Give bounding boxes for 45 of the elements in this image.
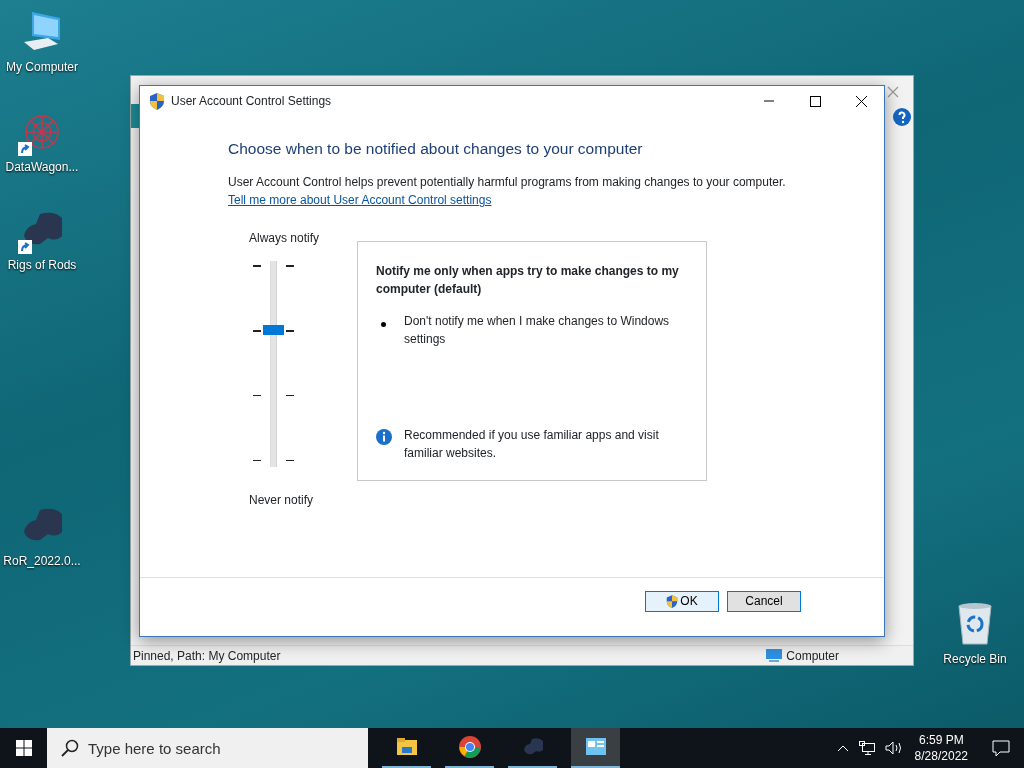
desktop-icon-label[interactable]: Rigs of Rods xyxy=(7,256,77,274)
chevron-up-icon[interactable] xyxy=(836,744,849,752)
monitor-icon xyxy=(765,648,784,663)
browser-icon xyxy=(457,735,482,759)
tick-mark xyxy=(253,394,261,397)
desktop-icon-label[interactable]: RoR_2022.0... xyxy=(3,552,81,570)
desktop-icon-label[interactable]: Recycle Bin xyxy=(943,650,1007,668)
tick-mark xyxy=(253,330,261,332)
slider-top-label: Always notify xyxy=(248,230,321,248)
dialog-heading: Choose when to be notified about changes to your computer xyxy=(228,139,644,159)
search-field[interactable]: Type here to search xyxy=(47,728,368,768)
status-text: Pinned, Path: My Computer xyxy=(133,647,281,665)
info-icon xyxy=(376,428,392,445)
tick-mark xyxy=(253,459,261,462)
clock-date[interactable]: 8/28/2022 xyxy=(914,748,968,764)
tick-mark xyxy=(286,459,294,462)
network-icon[interactable] xyxy=(858,741,875,755)
help-link[interactable]: Tell me more about User Account Control settings xyxy=(228,193,492,208)
slider-thumb[interactable] xyxy=(263,324,284,335)
close-icon[interactable] xyxy=(887,85,899,98)
description-text: User Account Control helps prevent potentially harmful programs from making changes to your computer. xyxy=(228,174,787,192)
clock-time[interactable]: 6:59 PM xyxy=(918,732,964,748)
info-title: Notify me only when apps try to make changes to my computer (default) xyxy=(376,263,680,299)
windows-logo-icon xyxy=(15,740,32,756)
ok-button[interactable]: OK xyxy=(645,590,719,612)
cancel-button[interactable]: Cancel xyxy=(727,590,801,612)
close-icon xyxy=(855,95,867,107)
tick-mark xyxy=(286,394,294,397)
help-icon[interactable] xyxy=(893,107,911,126)
bullet-icon xyxy=(381,322,386,328)
tick-mark xyxy=(286,265,294,267)
shield-icon xyxy=(149,92,165,110)
status-location: Computer xyxy=(786,647,839,665)
info-note: Recommended if you use familiar apps and visit familiar websites. xyxy=(404,427,660,463)
tick-mark xyxy=(253,265,261,267)
volume-icon[interactable] xyxy=(884,741,903,755)
tick-mark xyxy=(286,330,294,332)
slider-bottom-label: Never notify xyxy=(248,492,315,510)
window-title: User Account Control Settings xyxy=(171,93,333,110)
notification-icon[interactable] xyxy=(992,740,1010,758)
taskbar-app-button[interactable] xyxy=(571,728,620,768)
desktop-icon-label[interactable]: DataWagon... xyxy=(5,158,79,176)
desktop-icon-label[interactable]: My Computer xyxy=(6,58,78,76)
maximize-icon xyxy=(809,95,821,107)
bullet-text: Don't notify me when I make changes to Windows settings xyxy=(404,313,671,349)
